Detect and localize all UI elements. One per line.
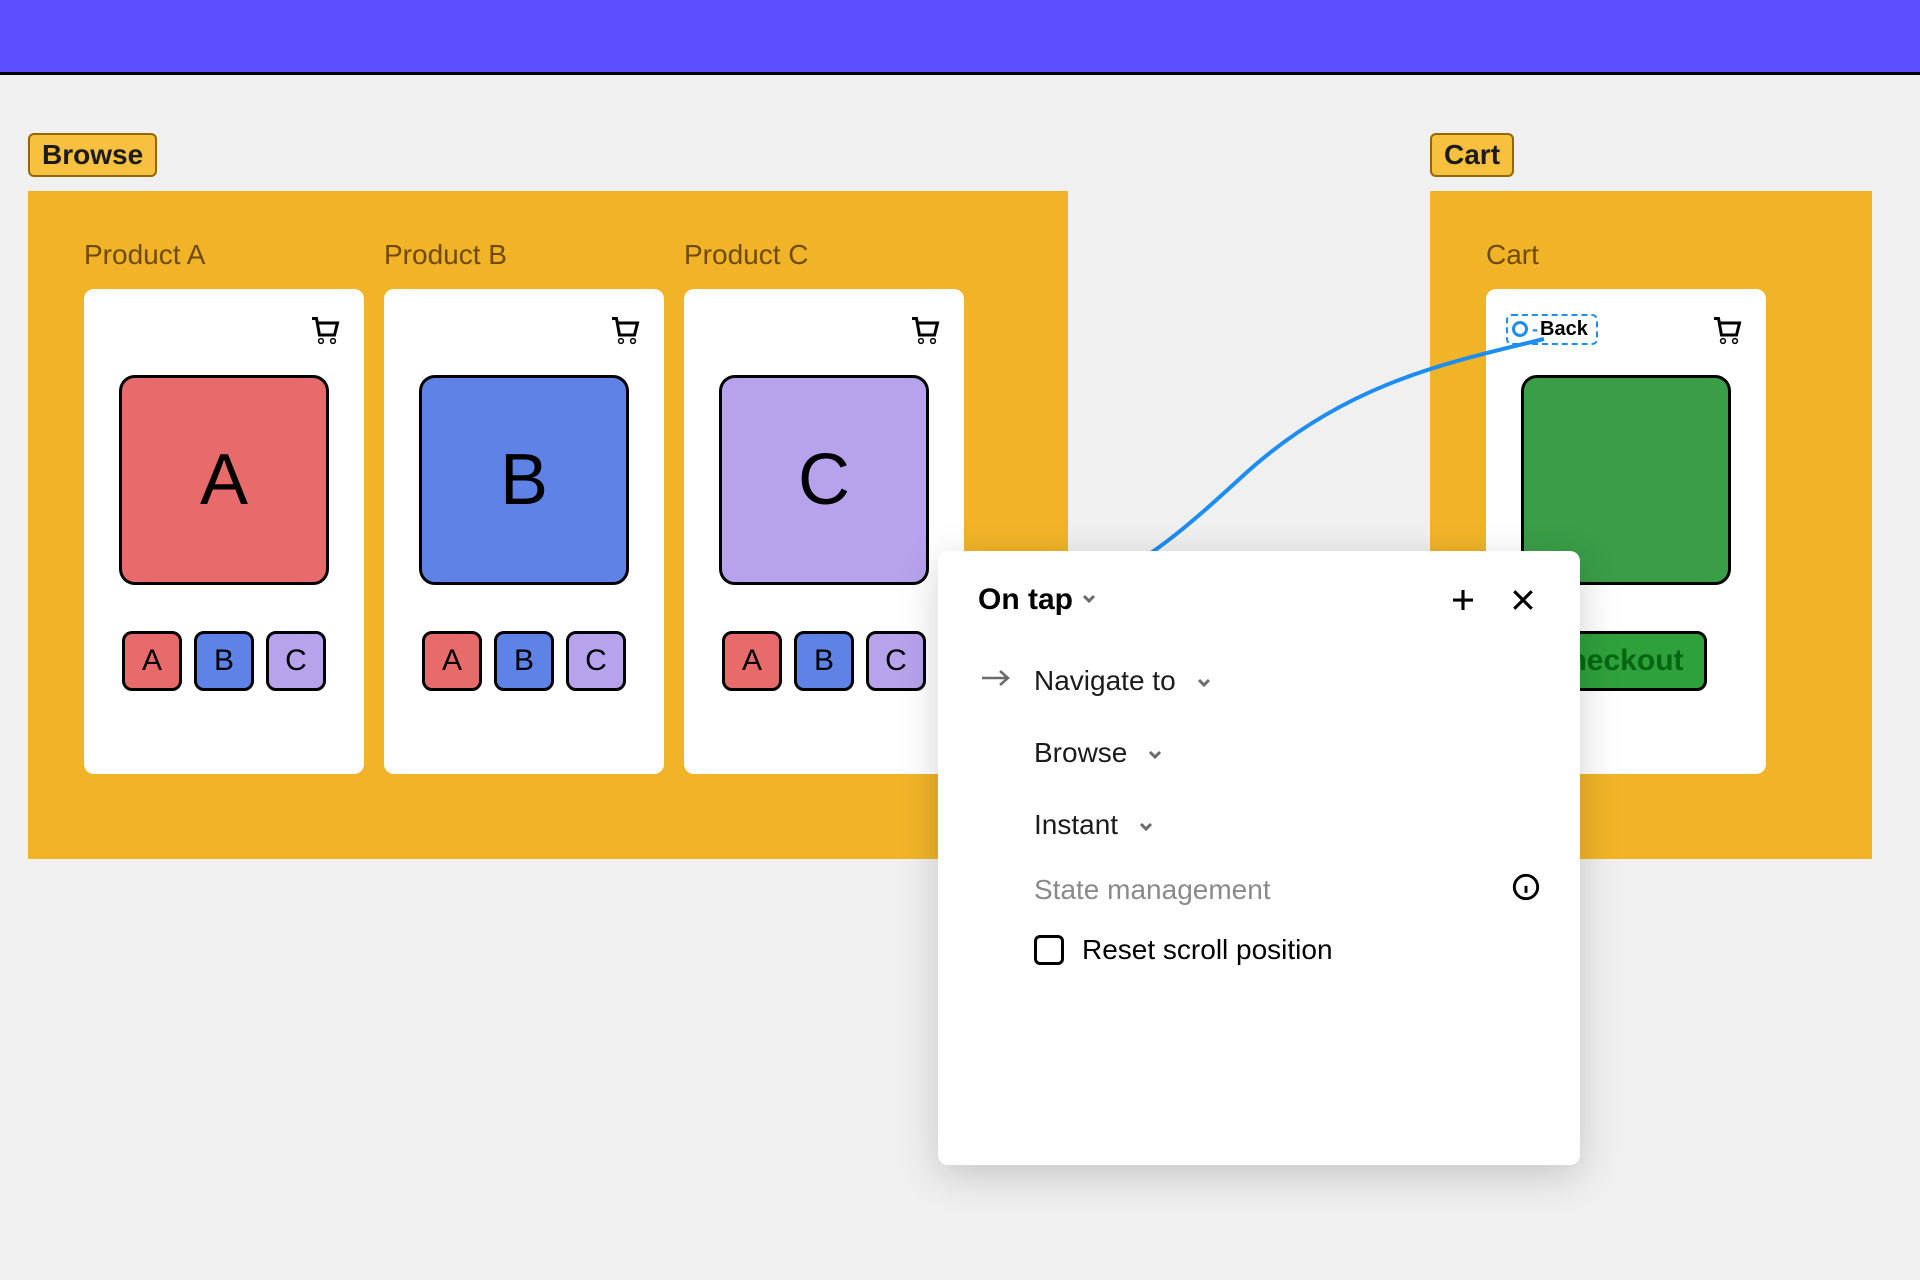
variant-chips: A B C <box>422 631 626 691</box>
cart-icon[interactable] <box>1706 309 1746 349</box>
animation-dropdown[interactable]: Instant <box>978 809 1540 841</box>
product-card[interactable]: B A B C <box>384 289 664 774</box>
reset-scroll-checkbox[interactable]: Reset scroll position <box>978 934 1540 966</box>
hero-letter: C <box>798 439 850 521</box>
browse-product-row: Product A A A B C Pro <box>84 239 1012 774</box>
chip-c[interactable]: C <box>266 631 326 691</box>
product-hero: C <box>719 375 929 585</box>
chip-a[interactable]: A <box>422 631 482 691</box>
close-panel-button[interactable] <box>1506 583 1540 617</box>
frame-product-a[interactable]: Product A A A B C <box>84 239 364 774</box>
hero-letter: A <box>200 439 248 521</box>
back-label: Back <box>1540 318 1588 341</box>
chip-b[interactable]: B <box>194 631 254 691</box>
chevron-down-icon <box>1196 665 1212 697</box>
action-type-dropdown[interactable]: Navigate to <box>978 665 1540 697</box>
panel-header: On tap <box>978 583 1540 617</box>
destination-dropdown[interactable]: Browse <box>978 737 1540 769</box>
state-management-section: State management <box>978 873 1540 906</box>
product-hero: B <box>419 375 629 585</box>
product-hero: A <box>119 375 329 585</box>
product-card[interactable]: A A B C <box>84 289 364 774</box>
chevron-down-icon <box>1138 809 1154 841</box>
checkbox-box[interactable] <box>1034 935 1064 965</box>
flow-browse[interactable]: Product A A A B C Pro <box>28 191 1068 859</box>
arrow-right-icon <box>978 665 1014 697</box>
checkbox-label: Reset scroll position <box>1082 934 1333 966</box>
product-card[interactable]: C A B C <box>684 289 964 774</box>
chip-a[interactable]: A <box>122 631 182 691</box>
chip-c[interactable]: C <box>866 631 926 691</box>
info-icon[interactable] <box>1512 873 1540 906</box>
connection-handle-icon[interactable] <box>1512 321 1528 337</box>
frame-product-c[interactable]: Product C C A B C <box>684 239 964 774</box>
chip-b[interactable]: B <box>794 631 854 691</box>
frame-product-b[interactable]: Product B B A B C <box>384 239 664 774</box>
cart-icon[interactable] <box>604 309 644 349</box>
frame-title: Product C <box>684 239 964 271</box>
chevron-down-icon <box>1147 737 1163 769</box>
chip-c[interactable]: C <box>566 631 626 691</box>
variant-chips: A B C <box>722 631 926 691</box>
frame-title: Product B <box>384 239 664 271</box>
add-action-button[interactable] <box>1446 583 1480 617</box>
hero-letter: B <box>500 439 548 521</box>
cart-icon[interactable] <box>304 309 344 349</box>
app-topbar <box>0 0 1920 75</box>
frame-title: Cart <box>1486 239 1816 271</box>
interaction-panel[interactable]: On tap Navigate to Browse <box>938 551 1580 1165</box>
chip-a[interactable]: A <box>722 631 782 691</box>
section-label: State management <box>1034 874 1271 906</box>
flow-label-browse[interactable]: Browse <box>28 133 157 177</box>
cart-icon[interactable] <box>904 309 944 349</box>
trigger-dropdown[interactable]: On tap <box>978 583 1073 617</box>
chevron-down-icon <box>1081 590 1097 611</box>
back-link[interactable]: - Back <box>1506 314 1598 345</box>
chip-b[interactable]: B <box>494 631 554 691</box>
design-canvas[interactable]: Browse Cart Product A A A B C <box>0 75 1920 1277</box>
variant-chips: A B C <box>122 631 326 691</box>
flow-label-cart[interactable]: Cart <box>1430 133 1514 177</box>
frame-title: Product A <box>84 239 364 271</box>
